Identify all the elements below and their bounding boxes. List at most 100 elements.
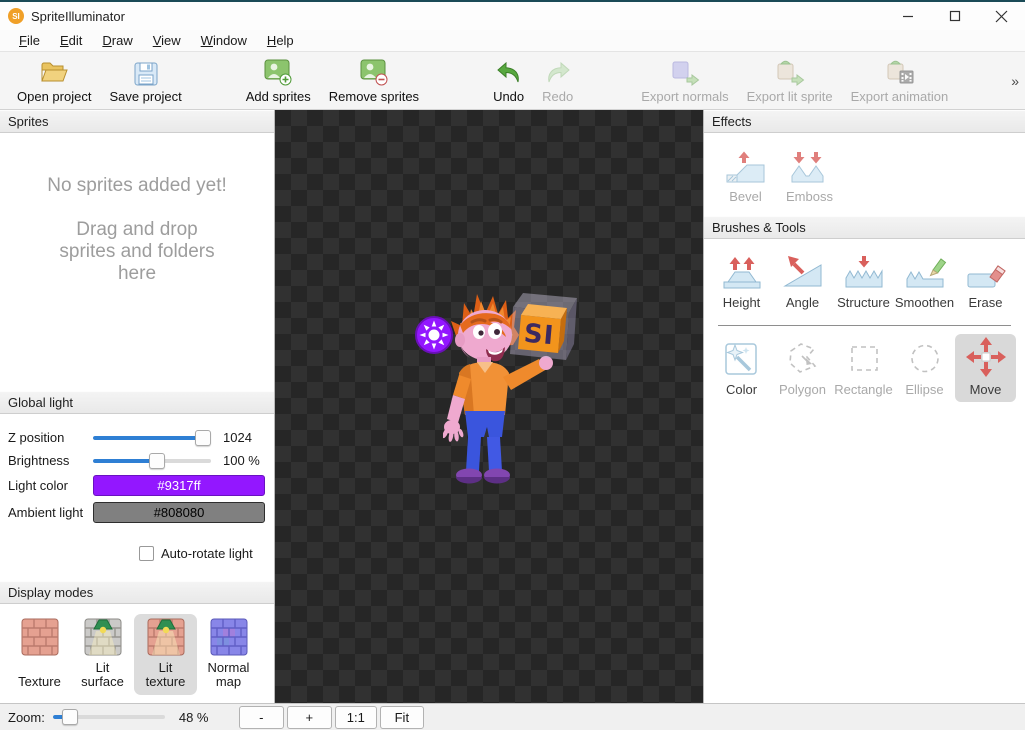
light-color-button[interactable]: #9317ff (93, 475, 265, 496)
brightness-slider-handle[interactable] (149, 453, 165, 469)
app-window: SI SpriteIlluminator File Edit Draw View… (0, 0, 1025, 730)
light-color-label: Light color (8, 478, 93, 493)
z-position-slider[interactable] (93, 430, 211, 446)
zoom-in-button[interactable]: + (287, 706, 332, 729)
menu-view[interactable]: View (143, 31, 191, 50)
export-lit-sprite-icon (774, 56, 805, 87)
zoom-label: Zoom: (8, 710, 45, 725)
sprites-empty-title: No sprites added yet! (0, 175, 274, 197)
zoom-out-button[interactable]: - (239, 706, 284, 729)
structure-tool-icon (842, 252, 886, 292)
main-area: Sprites No sprites added yet! Drag and d… (0, 110, 1025, 703)
height-tool-icon (720, 252, 764, 292)
close-button[interactable] (978, 2, 1025, 30)
minimize-icon (902, 10, 914, 22)
maximize-button[interactable] (931, 2, 978, 30)
sprites-empty-hint: Drag and drop sprites and folders here (50, 219, 225, 286)
sprite-canvas[interactable]: SI (275, 110, 703, 703)
rectangle-tool-button[interactable]: Rectangle (833, 334, 894, 402)
smoothen-tool-icon (903, 252, 947, 292)
add-sprites-button[interactable]: Add sprites (237, 54, 320, 106)
auto-rotate-row: Auto-rotate light (139, 546, 266, 561)
angle-tool-icon (781, 252, 825, 292)
display-mode-lit-texture[interactable]: Lit texture (134, 614, 197, 695)
character-sprite[interactable]: SI (443, 293, 593, 489)
rectangle-tool-icon (844, 339, 884, 379)
light-gizmo[interactable] (414, 315, 454, 355)
zoom-fit-button[interactable]: Fit (380, 706, 424, 729)
menu-window[interactable]: Window (191, 31, 257, 50)
bevel-icon (723, 146, 769, 186)
open-folder-icon (39, 56, 69, 87)
angle-tool-button[interactable]: Angle (772, 247, 833, 315)
bevel-button[interactable]: Bevel (717, 141, 774, 209)
brightness-label: Brightness (8, 453, 93, 468)
move-tool-icon (964, 339, 1008, 379)
export-normals-button[interactable]: Export normals (632, 54, 737, 106)
emboss-button[interactable]: Emboss (781, 141, 838, 209)
menubar: File Edit Draw View Window Help (0, 30, 1025, 52)
lit-surface-icon (84, 618, 122, 656)
brightness-slider[interactable] (93, 453, 211, 469)
z-position-slider-handle[interactable] (195, 430, 211, 446)
height-tool-button[interactable]: Height (711, 247, 772, 315)
export-animation-button[interactable]: Export animation (842, 54, 958, 106)
brightness-value: 100 % (223, 453, 260, 468)
menu-file[interactable]: File (9, 31, 50, 50)
display-mode-lit-surface[interactable]: Lit surface (71, 614, 134, 695)
undo-button[interactable]: Undo (484, 54, 533, 106)
move-tool-button[interactable]: Move (955, 334, 1016, 402)
ambient-light-row: Ambient light #808080 (8, 499, 266, 526)
save-disk-icon (133, 56, 159, 87)
add-sprites-icon (263, 56, 293, 87)
emboss-icon (787, 146, 833, 186)
zoom-1-1-button[interactable]: 1:1 (335, 706, 377, 729)
z-position-value: 1024 (223, 430, 252, 445)
display-mode-texture[interactable]: Texture (8, 614, 71, 695)
light-sun-icon (414, 315, 454, 355)
polygon-tool-icon (783, 339, 823, 379)
zoom-slider-handle[interactable] (62, 709, 78, 725)
statusbar: Zoom: 48 % - + 1:1 Fit (0, 703, 1025, 730)
auto-rotate-checkbox[interactable] (139, 546, 154, 561)
export-lit-sprite-button[interactable]: Export lit sprite (738, 54, 842, 106)
sprites-header: Sprites (0, 110, 274, 133)
ellipse-tool-button[interactable]: Ellipse (894, 334, 955, 402)
polygon-tool-button[interactable]: Polygon (772, 334, 833, 402)
minimize-button[interactable] (884, 2, 931, 30)
global-light-header: Global light (0, 391, 274, 414)
z-position-label: Z position (8, 430, 93, 445)
menu-edit[interactable]: Edit (50, 31, 92, 50)
display-mode-normal-map[interactable]: Normal map (197, 614, 260, 695)
light-color-row: Light color #9317ff (8, 472, 266, 499)
export-normals-icon (669, 56, 700, 87)
lit-texture-icon (147, 618, 185, 656)
effects-row: Bevel Emboss (704, 133, 1025, 216)
titlebar: SI SpriteIlluminator (0, 2, 1025, 30)
brush-tools-row: Height Angle (704, 239, 1025, 315)
erase-tool-button[interactable]: Erase (955, 247, 1016, 315)
z-position-row: Z position 1024 (8, 426, 266, 449)
selection-tools-row: Color Polygon (704, 326, 1025, 402)
menu-help[interactable]: Help (257, 31, 304, 50)
zoom-slider[interactable] (53, 709, 165, 725)
sprites-empty-state[interactable]: No sprites added yet! Drag and drop spri… (0, 133, 274, 391)
open-project-button[interactable]: Open project (8, 54, 100, 106)
texture-icon (21, 618, 59, 656)
brushes-tools-header: Brushes & Tools (704, 216, 1025, 239)
structure-tool-button[interactable]: Structure (833, 247, 894, 315)
color-tool-button[interactable]: Color (711, 334, 772, 402)
remove-sprites-icon (359, 56, 389, 87)
window-title: SpriteIlluminator (31, 9, 125, 24)
toolbar-overflow-chevron[interactable]: » (1011, 73, 1019, 89)
ambient-light-button[interactable]: #808080 (93, 502, 265, 523)
save-project-button[interactable]: Save project (100, 54, 190, 106)
ellipse-tool-icon (905, 339, 945, 379)
redo-button[interactable]: Redo (533, 54, 582, 106)
smoothen-tool-button[interactable]: Smoothen (894, 247, 955, 315)
ambient-light-label: Ambient light (8, 505, 93, 520)
color-tool-icon (722, 339, 762, 379)
window-controls (884, 2, 1025, 30)
menu-draw[interactable]: Draw (92, 31, 142, 50)
remove-sprites-button[interactable]: Remove sprites (320, 54, 428, 106)
